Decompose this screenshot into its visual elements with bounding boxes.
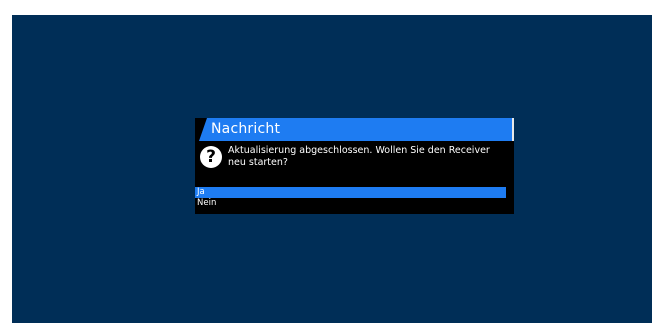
tv-screen: Nachricht ? Aktualisierung abgeschlossen…	[12, 15, 652, 323]
message-dialog: Nachricht ? Aktualisierung abgeschlossen…	[195, 118, 514, 214]
dialog-title: Nachricht	[211, 121, 281, 137]
dialog-message: Aktualisierung abgeschlossen. Wollen Sie…	[228, 145, 490, 168]
title-edge-divider	[512, 118, 514, 141]
option-list: Ja Nein	[195, 187, 514, 209]
question-icon-glyph: ?	[206, 146, 216, 167]
dialog-titlebar: Nachricht	[195, 118, 514, 141]
option-yes[interactable]: Ja	[195, 187, 506, 198]
option-no[interactable]: Nein	[195, 198, 514, 209]
question-icon: ?	[200, 146, 222, 168]
